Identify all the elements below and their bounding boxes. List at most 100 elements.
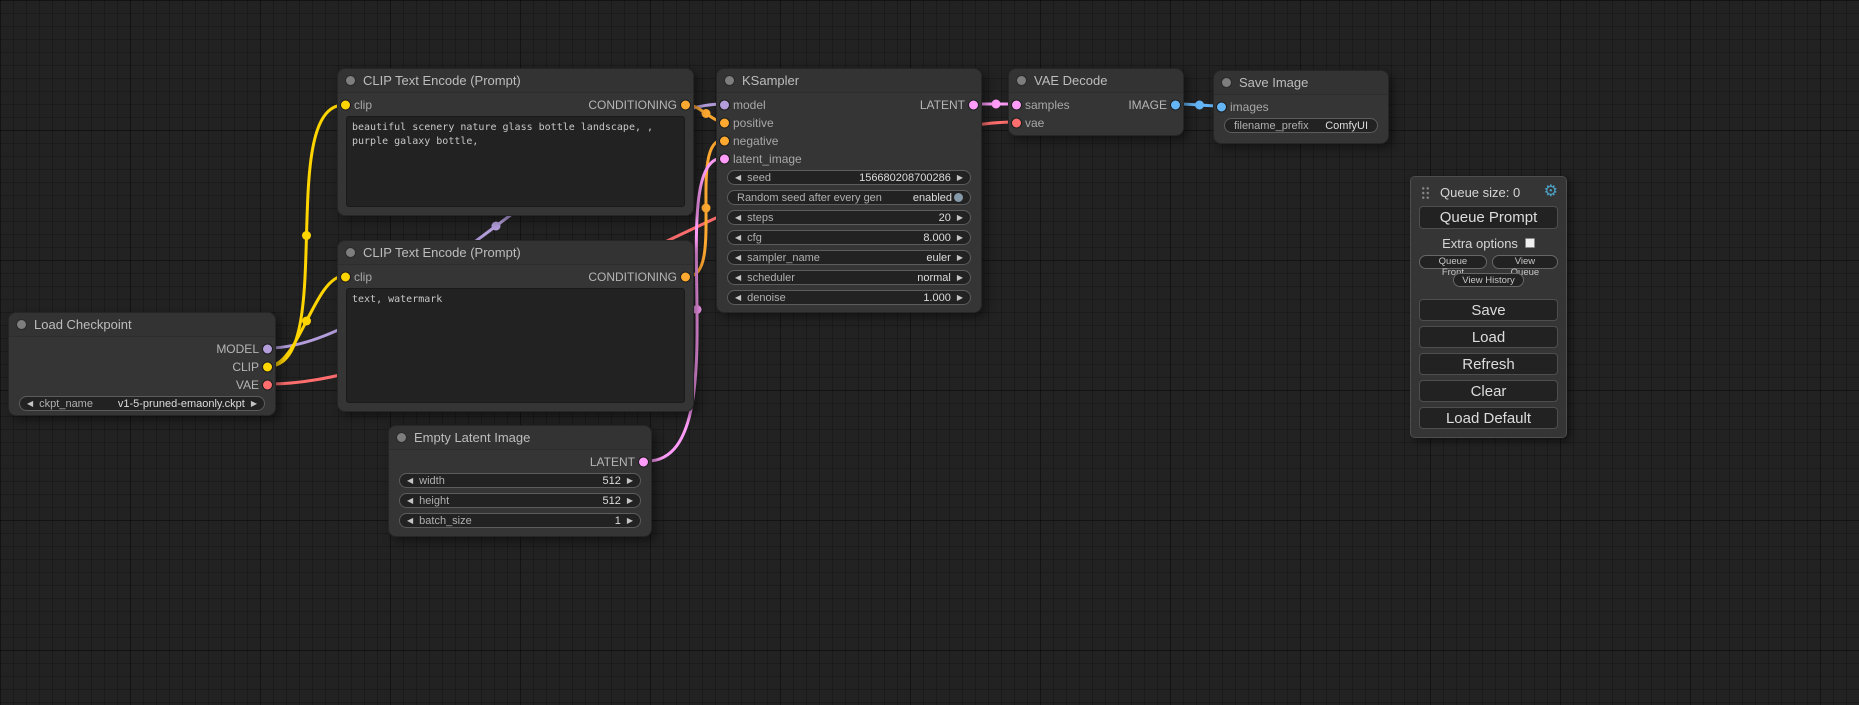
input-slot-clip[interactable] — [341, 101, 350, 110]
output-row-vae: VAE — [9, 376, 275, 394]
collapse-dot-icon[interactable] — [17, 320, 26, 329]
decrement-arrow-icon[interactable]: ◀ — [735, 214, 741, 222]
output-slot-conditioning[interactable] — [681, 273, 690, 282]
node-clip-text-encode-positive[interactable]: CLIP Text Encode (Prompt) clip CONDITION… — [337, 68, 694, 216]
input-slot-positive[interactable] — [720, 119, 729, 128]
output-slot-latent[interactable] — [969, 101, 978, 110]
increment-arrow-icon[interactable]: ▶ — [957, 254, 963, 262]
widget-random-seed-toggle[interactable]: Random seed after every gen enabled — [727, 190, 971, 205]
increment-arrow-icon[interactable]: ▶ — [957, 234, 963, 242]
input-slot-negative[interactable] — [720, 137, 729, 146]
increment-arrow-icon[interactable]: ▶ — [251, 400, 257, 408]
increment-arrow-icon[interactable]: ▶ — [627, 497, 633, 505]
input-slot-images[interactable] — [1217, 103, 1226, 112]
output-slot-vae[interactable] — [263, 381, 272, 390]
increment-arrow-icon[interactable]: ▶ — [957, 214, 963, 222]
node-title-bar[interactable]: VAE Decode — [1009, 69, 1183, 93]
widget-label: scheduler — [747, 272, 795, 284]
positive-prompt-textarea[interactable]: beautiful scenery nature glass bottle la… — [346, 116, 685, 207]
widget-scheduler[interactable]: ◀ scheduler normal ▶ — [727, 270, 971, 285]
increment-arrow-icon[interactable]: ▶ — [957, 274, 963, 282]
decrement-arrow-icon[interactable]: ◀ — [27, 400, 33, 408]
node-title: Save Image — [1239, 75, 1308, 90]
node-title-bar[interactable]: CLIP Text Encode (Prompt) — [338, 241, 693, 265]
wire-midpoint-dot-image — [1195, 101, 1204, 110]
input-slot-samples[interactable] — [1012, 101, 1021, 110]
load-button[interactable]: Load — [1419, 326, 1558, 348]
widget-height[interactable]: ◀ height 512 ▶ — [399, 493, 641, 508]
widget-batch-size[interactable]: ◀ batch_size 1 ▶ — [399, 513, 641, 528]
node-load-checkpoint[interactable]: Load Checkpoint MODEL CLIP VAE ◀ ckpt_na… — [8, 312, 276, 416]
save-button[interactable]: Save — [1419, 299, 1558, 321]
collapse-dot-icon[interactable] — [725, 76, 734, 85]
decrement-arrow-icon[interactable]: ◀ — [735, 234, 741, 242]
input-label: model — [733, 98, 766, 112]
node-title-bar[interactable]: KSampler — [717, 69, 981, 93]
widget-ckpt-name[interactable]: ◀ ckpt_name v1-5-pruned-emaonly.ckpt ▶ — [19, 396, 265, 411]
increment-arrow-icon[interactable]: ▶ — [627, 477, 633, 485]
input-slot-vae[interactable] — [1012, 119, 1021, 128]
widget-filename-prefix[interactable]: filename_prefix ComfyUI — [1224, 118, 1378, 133]
input-slot-model[interactable] — [720, 101, 729, 110]
collapse-dot-icon[interactable] — [397, 433, 406, 442]
widget-steps[interactable]: ◀ steps 20 ▶ — [727, 210, 971, 225]
load-default-button[interactable]: Load Default — [1419, 407, 1558, 429]
collapse-dot-icon[interactable] — [1222, 78, 1231, 87]
queue-prompt-button[interactable]: Queue Prompt — [1419, 206, 1558, 229]
node-title-bar[interactable]: Empty Latent Image — [389, 426, 651, 450]
clear-button[interactable]: Clear — [1419, 380, 1558, 402]
refresh-button[interactable]: Refresh — [1419, 353, 1558, 375]
output-row-latent: LATENT — [389, 453, 651, 471]
node-save-image[interactable]: Save Image images filename_prefix ComfyU… — [1213, 70, 1389, 144]
increment-arrow-icon[interactable]: ▶ — [627, 517, 633, 525]
output-slot-model[interactable] — [263, 345, 272, 354]
increment-arrow-icon[interactable]: ▶ — [957, 294, 963, 302]
input-slot-clip[interactable] — [341, 273, 350, 282]
collapse-dot-icon[interactable] — [1017, 76, 1026, 85]
drag-handle-icon[interactable] — [1421, 185, 1430, 199]
output-slot-image[interactable] — [1171, 101, 1180, 110]
node-ksampler[interactable]: KSampler model LATENT positive negative … — [716, 68, 982, 313]
widget-seed[interactable]: ◀ seed 156680208700286 ▶ — [727, 170, 971, 185]
node-vae-decode[interactable]: VAE Decode samples IMAGE vae — [1008, 68, 1184, 136]
queue-front-button[interactable]: Queue Front — [1419, 255, 1487, 269]
decrement-arrow-icon[interactable]: ◀ — [735, 294, 741, 302]
decrement-arrow-icon[interactable]: ◀ — [407, 477, 413, 485]
node-clip-text-encode-negative[interactable]: CLIP Text Encode (Prompt) clip CONDITION… — [337, 240, 694, 412]
node-title: Load Checkpoint — [34, 317, 132, 332]
toggle-knob-icon[interactable] — [954, 193, 963, 202]
node-empty-latent-image[interactable]: Empty Latent Image LATENT ◀ width 512 ▶ … — [388, 425, 652, 537]
collapse-dot-icon[interactable] — [346, 76, 355, 85]
decrement-arrow-icon[interactable]: ◀ — [735, 274, 741, 282]
extra-options-checkbox[interactable] — [1525, 238, 1535, 248]
queue-size-label: Queue size: 0 — [1440, 185, 1520, 200]
collapse-dot-icon[interactable] — [346, 248, 355, 257]
decrement-arrow-icon[interactable]: ◀ — [735, 174, 741, 182]
node-title-bar[interactable]: Save Image — [1214, 71, 1388, 95]
output-slot-latent[interactable] — [639, 458, 648, 467]
output-slot-conditioning[interactable] — [681, 101, 690, 110]
widget-cfg[interactable]: ◀ cfg 8.000 ▶ — [727, 230, 971, 245]
widget-sampler-name[interactable]: ◀ sampler_name euler ▶ — [727, 250, 971, 265]
input-label: negative — [733, 134, 778, 148]
wire-midpoint-dot-clip-negative — [302, 317, 311, 326]
view-history-button[interactable]: View History — [1453, 273, 1524, 287]
node-title-bar[interactable]: Load Checkpoint — [9, 313, 275, 337]
negative-prompt-textarea[interactable]: text, watermark — [346, 288, 685, 403]
increment-arrow-icon[interactable]: ▶ — [957, 174, 963, 182]
widget-label: steps — [747, 212, 773, 224]
widget-width[interactable]: ◀ width 512 ▶ — [399, 473, 641, 488]
view-queue-button[interactable]: View Queue — [1492, 255, 1558, 269]
widget-denoise[interactable]: ◀ denoise 1.000 ▶ — [727, 290, 971, 305]
input-slot-latent-image[interactable] — [720, 155, 729, 164]
node-graph-canvas[interactable]: Load Checkpoint MODEL CLIP VAE ◀ ckpt_na… — [0, 0, 1859, 705]
queue-menu-panel[interactable]: Queue size: 0 ⚙ Queue Prompt Extra optio… — [1410, 176, 1567, 438]
settings-gear-icon[interactable]: ⚙ — [1544, 184, 1558, 200]
output-slot-clip[interactable] — [263, 363, 272, 372]
node-title-bar[interactable]: CLIP Text Encode (Prompt) — [338, 69, 693, 93]
output-label: LATENT — [920, 98, 965, 112]
node-title: Empty Latent Image — [414, 430, 530, 445]
decrement-arrow-icon[interactable]: ◀ — [407, 517, 413, 525]
decrement-arrow-icon[interactable]: ◀ — [407, 497, 413, 505]
decrement-arrow-icon[interactable]: ◀ — [735, 254, 741, 262]
